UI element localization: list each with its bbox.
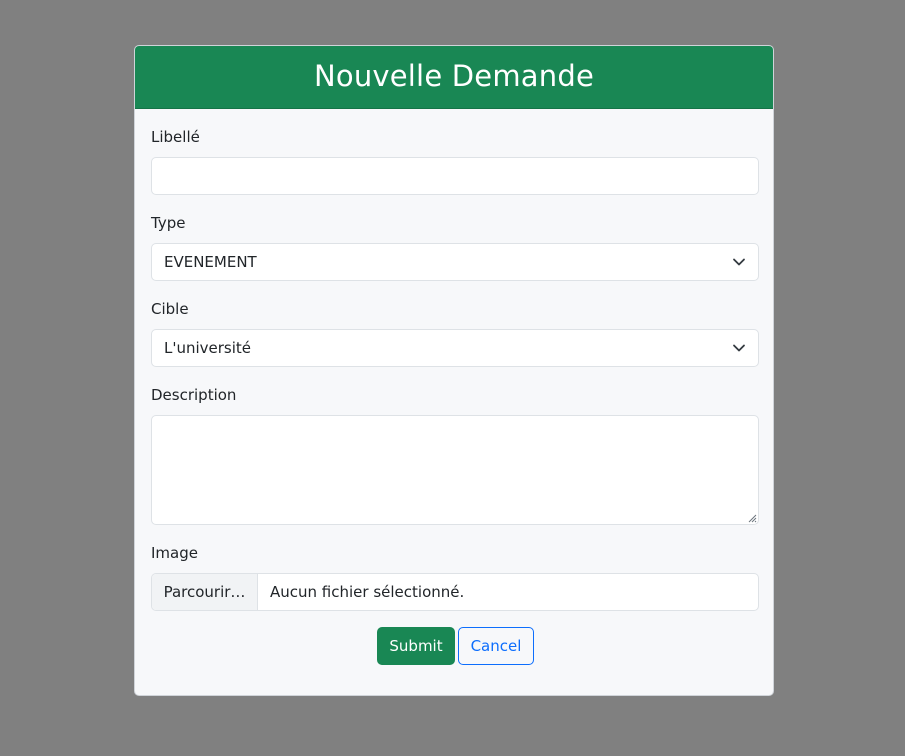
cible-select-value: L'université <box>164 339 252 357</box>
chevron-down-icon <box>733 258 745 266</box>
cancel-button[interactable]: Cancel <box>458 627 534 665</box>
modal-header: Nouvelle Demande <box>135 46 773 109</box>
modal-title: Nouvelle Demande <box>313 59 595 93</box>
image-file-input[interactable]: Parcourir… Aucun fichier sélectionné. <box>151 573 759 611</box>
cible-select[interactable]: L'université <box>151 329 759 367</box>
submit-button[interactable]: Submit <box>377 627 455 665</box>
browse-button[interactable]: Parcourir… <box>152 574 258 610</box>
resize-grip-icon[interactable] <box>746 512 757 523</box>
description-textarea[interactable] <box>151 415 759 525</box>
chevron-down-icon <box>733 344 745 352</box>
libelle-label: Libellé <box>151 128 200 146</box>
description-label: Description <box>151 386 237 404</box>
image-label: Image <box>151 544 198 562</box>
new-request-modal: Nouvelle Demande Libellé Type EVENEMENT … <box>134 45 774 696</box>
type-select[interactable]: EVENEMENT <box>151 243 759 281</box>
type-select-value: EVENEMENT <box>164 253 257 271</box>
libelle-input[interactable] <box>151 157 759 195</box>
file-status: Aucun fichier sélectionné. <box>270 583 465 601</box>
type-label: Type <box>151 214 186 232</box>
cible-label: Cible <box>151 300 189 318</box>
